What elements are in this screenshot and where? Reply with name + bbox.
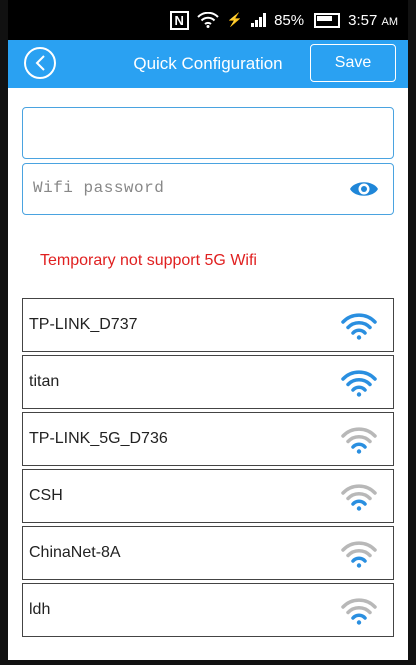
wifi-network-name: TP-LINK_5G_D736 <box>29 430 168 447</box>
password-field-box[interactable] <box>22 163 394 215</box>
wifi-network-item[interactable]: TP-LINK_D737 <box>22 298 394 352</box>
wifi-network-name: titan <box>29 373 60 390</box>
warning-message: Temporary not support 5G Wifi <box>40 252 257 269</box>
wifi-icon <box>341 313 377 340</box>
wifi-icon <box>341 598 377 625</box>
wifi-network-name: TP-LINK_D737 <box>29 316 138 333</box>
wifi-icon <box>341 427 377 454</box>
wifi-icon <box>341 541 377 568</box>
wifi-network-item[interactable]: CSH <box>22 469 394 523</box>
save-button[interactable]: Save <box>310 44 396 82</box>
title-bar: Quick Configuration Save <box>8 40 408 88</box>
battery-percent: 85% <box>274 11 305 29</box>
wifi-icon <box>341 484 377 511</box>
status-bar: N ⚡ 85% 3:57 AM <box>8 0 408 40</box>
ssid-field-box[interactable] <box>22 107 394 159</box>
wifi-network-item[interactable]: titan <box>22 355 394 409</box>
ssid-input[interactable] <box>23 108 343 156</box>
wifi-network-item[interactable]: ldh <box>22 583 394 637</box>
status-time: 3:57 AM <box>348 12 398 29</box>
wifi-network-list: TP-LINK_D737titan TP-LINK_5G_D736 CSH China… <box>22 298 394 640</box>
wifi-network-name: CSH <box>29 487 63 504</box>
chevron-left-icon <box>35 55 45 71</box>
wifi-network-name: ChinaNet-8A <box>29 544 121 561</box>
back-button[interactable] <box>24 47 56 79</box>
app-frame: N ⚡ 85% 3:57 AM Quick Configuration Save <box>8 0 408 660</box>
eye-icon[interactable] <box>349 177 379 201</box>
wifi-icon <box>341 370 377 397</box>
battery-icon <box>314 12 341 28</box>
clock-ampm: AM <box>381 15 399 28</box>
clock-time: 3:57 <box>348 11 378 29</box>
password-input[interactable] <box>23 164 343 212</box>
wifi-network-item[interactable]: ChinaNet-8A <box>22 526 394 580</box>
nfc-icon: N <box>169 10 189 30</box>
cell-signal-icon <box>251 13 267 27</box>
data-signal-icon: ⚡ <box>226 12 244 27</box>
wifi-status-icon <box>197 12 219 28</box>
wifi-network-name: ldh <box>29 601 51 618</box>
wifi-network-item[interactable]: TP-LINK_5G_D736 <box>22 412 394 466</box>
